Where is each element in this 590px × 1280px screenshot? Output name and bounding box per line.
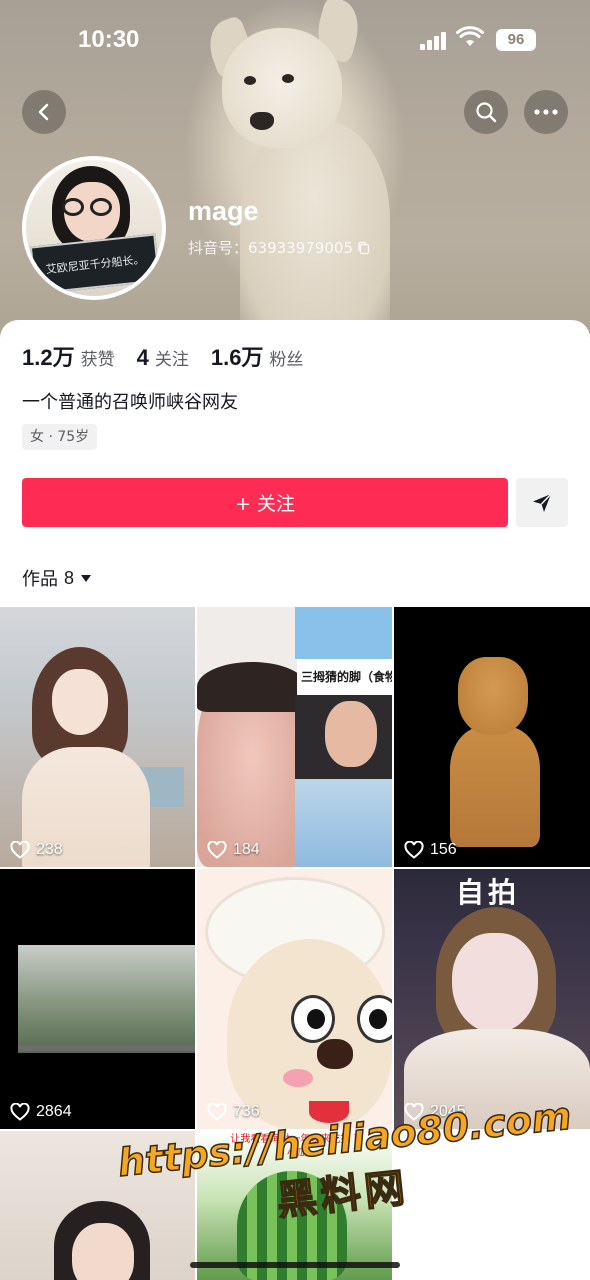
like-count: 2864 — [10, 1103, 72, 1121]
thumb-panel — [295, 779, 392, 867]
avatar[interactable]: 艾欧尼亚千分船长。 — [22, 156, 166, 300]
heart-icon — [404, 1103, 424, 1121]
video-thumbnail[interactable] — [394, 1131, 590, 1280]
like-count: 184 — [207, 841, 260, 859]
thumb-blush — [283, 1069, 313, 1087]
video-thumbnail[interactable]: 736 — [197, 869, 392, 1129]
wifi-icon — [456, 26, 484, 46]
video-thumbnail[interactable]: 三拇猜的脚（食物 184 — [197, 607, 392, 867]
video-thumbnail[interactable] — [0, 1131, 195, 1280]
copy-icon[interactable] — [357, 241, 371, 255]
video-thumbnail[interactable]: 156 — [394, 607, 590, 867]
stat-value: 1.6万 — [210, 345, 264, 370]
thumb-window — [18, 945, 195, 1053]
tab-works-count: 8 — [64, 567, 75, 588]
gender-age-tag: 女 · 75岁 — [22, 424, 98, 450]
heart-icon — [10, 1103, 30, 1121]
thumb-face — [452, 933, 538, 1033]
thumb-nose — [317, 1039, 353, 1069]
follow-button-label: + 关注 — [235, 493, 295, 515]
thumb-face — [72, 1223, 134, 1280]
battery-indicator: 96 — [496, 29, 536, 51]
thumb-window-sill — [18, 1045, 195, 1051]
avatar-glasses-left — [62, 198, 84, 216]
stat-label: 关注 — [154, 350, 189, 370]
like-count-value: 2045 — [430, 1103, 466, 1120]
thumb-panel — [295, 607, 392, 659]
profile-stats: 1.2万 获赞 4 关注 1.6万 粉丝 — [22, 340, 325, 372]
username: mage — [188, 196, 259, 226]
douyin-id-text: 抖音号：63933979005 — [188, 239, 353, 257]
stat-likes[interactable]: 1.2万 获赞 — [22, 340, 115, 372]
like-count: 2045 — [404, 1103, 466, 1121]
like-count-value: 736 — [233, 1103, 260, 1120]
thumb-dog — [450, 647, 540, 847]
avatar-glasses-right — [90, 198, 112, 216]
heart-icon — [207, 841, 227, 859]
more-options-button[interactable] — [524, 90, 568, 134]
search-button[interactable] — [464, 90, 508, 134]
cover-dog-nose — [250, 112, 274, 130]
back-button[interactable] — [22, 90, 66, 134]
thumb-face — [325, 701, 377, 767]
like-count-value: 238 — [36, 841, 63, 858]
like-count-value: 156 — [430, 841, 457, 858]
stat-value: 4 — [136, 345, 149, 370]
send-message-button[interactable] — [516, 478, 568, 527]
chevron-left-icon — [38, 103, 49, 121]
status-time: 10:30 — [78, 26, 140, 53]
video-thumbnail[interactable]: 2864 — [0, 869, 195, 1129]
thumb-face — [52, 669, 108, 735]
video-thumbnail[interactable]: 让我看看海哒一年以来吃掉 南小瓜 — [197, 1131, 392, 1280]
tab-works-label: 作品 — [22, 569, 58, 590]
douyin-id[interactable]: 抖音号：63933979005 — [188, 237, 371, 258]
cover-dog-body — [240, 120, 390, 340]
thumb-pupil — [369, 1009, 387, 1029]
stat-value: 1.2万 — [22, 345, 75, 370]
paper-plane-icon — [533, 492, 552, 512]
heart-icon — [404, 841, 424, 859]
more-dots-icon — [534, 109, 558, 115]
thumb-hair — [197, 662, 307, 712]
home-indicator[interactable] — [190, 1262, 400, 1268]
like-count: 736 — [207, 1103, 260, 1121]
thumb-dog-head — [458, 657, 528, 735]
follow-button[interactable]: + 关注 — [22, 478, 508, 527]
like-count-value: 2864 — [36, 1103, 72, 1120]
like-count-value: 184 — [233, 841, 260, 858]
video-caption: 让我看看海哒一年以来吃掉 南小瓜 — [230, 1134, 364, 1159]
heart-icon — [207, 1103, 227, 1121]
thumb-pupil — [307, 1009, 325, 1029]
heart-icon — [10, 841, 30, 859]
stat-label: 获赞 — [80, 350, 115, 370]
like-count: 156 — [404, 841, 457, 859]
caret-down-icon — [81, 575, 92, 582]
video-caption: 自拍 — [456, 876, 521, 909]
stat-followers[interactable]: 1.6万 粉丝 — [211, 340, 304, 372]
status-bar: 10:30 96 — [0, 0, 590, 80]
video-grid: 238 三拇猜的脚（食物 184 156 2864 736 自拍 2045 让我… — [0, 607, 590, 1280]
video-thumbnail[interactable]: 自拍 2045 — [394, 869, 590, 1129]
profile-bio: 一个普通的召唤师峡谷网友 — [22, 392, 238, 413]
tab-works[interactable]: 作品 8 — [22, 565, 92, 591]
thumb-dog-body — [450, 727, 540, 847]
video-thumbnail[interactable]: 238 — [0, 607, 195, 867]
stat-following[interactable]: 4 关注 — [137, 345, 189, 371]
video-caption: 三拇猜的脚（食物 — [297, 659, 392, 695]
stat-label: 粉丝 — [269, 350, 304, 370]
search-icon — [476, 102, 497, 123]
like-count: 238 — [10, 841, 63, 859]
thumb-mouth — [309, 1101, 349, 1123]
cellular-signal-icon — [420, 30, 450, 50]
avatar-image: 艾欧尼亚千分船长。 — [26, 160, 162, 296]
